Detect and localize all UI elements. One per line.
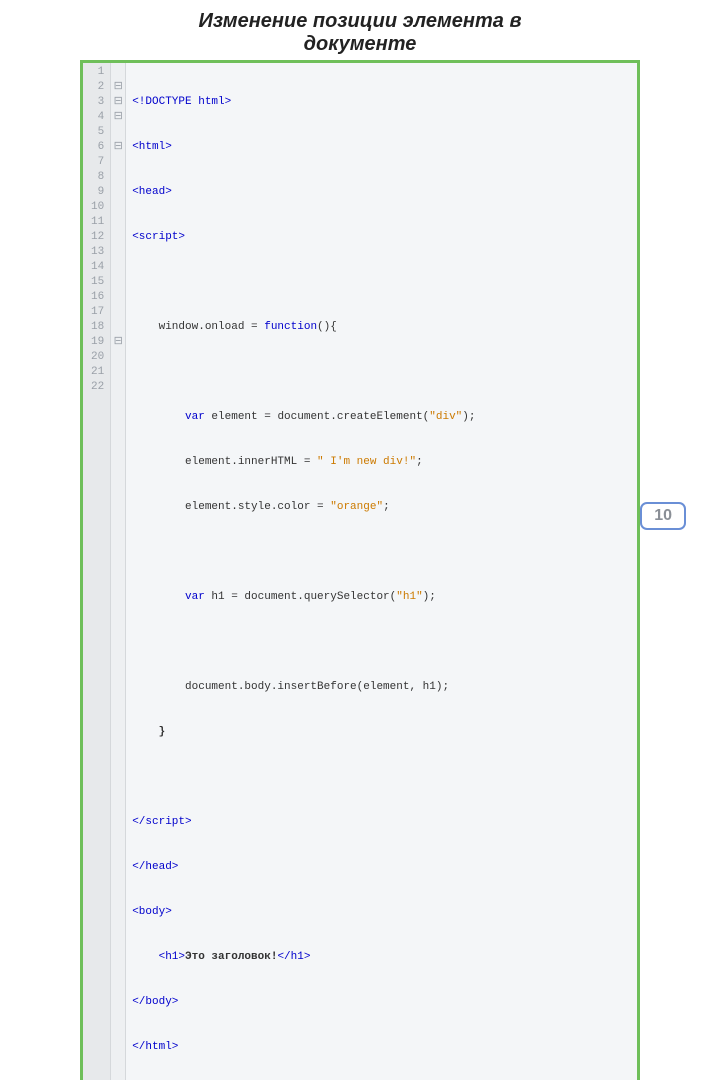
line-number: 13 [91,245,104,260]
line-number: 11 [91,215,104,230]
fold-marker: ⊟ [111,335,125,350]
line-number: 12 [91,230,104,245]
line-number: 14 [91,260,104,275]
line-number: 18 [91,320,104,335]
fold-marker: ⊟ [111,110,125,125]
fold-marker [111,215,125,230]
page-number: 10 [654,507,672,524]
line-number: 9 [91,185,104,200]
fold-marker [111,170,125,185]
line-number: 10 [91,200,104,215]
fold-marker: ⊟ [111,95,125,110]
code-line [132,770,631,785]
line-number: 20 [91,350,104,365]
title-line-1: Изменение позиции элемента в [198,10,521,32]
fold-marker [111,245,125,260]
fold-marker [111,350,125,365]
fold-marker [111,320,125,335]
fold-marker [111,275,125,290]
fold-marker [111,230,125,245]
fold-gutter: ⊟ ⊟ ⊟ ⊟ ⊟ [111,63,126,1080]
fold-marker [111,365,125,380]
code-line: </html> [132,1040,631,1055]
line-number: 6 [91,140,104,155]
title-line-2: документе [304,33,417,55]
code-line: document.body.insertBefore(element, h1); [132,680,631,695]
code-line: var element = document.createElement("di… [132,410,631,425]
line-number: 22 [91,380,104,395]
code-line: window.onload = function(){ [132,320,631,335]
code-line: </body> [132,995,631,1010]
code-line: </script> [132,815,631,830]
fold-marker [111,125,125,140]
fold-marker [111,260,125,275]
line-number: 1 [91,65,104,80]
fold-marker [111,380,125,395]
code-line: element.innerHTML = " I'm new div!"; [132,455,631,470]
line-number: 3 [91,95,104,110]
fold-marker [111,185,125,200]
code-line: </head> [132,860,631,875]
line-number: 17 [91,305,104,320]
code-line: <body> [132,905,631,920]
code-editor-frame: 1 2 3 4 5 6 7 8 9 10 11 12 13 14 15 16 1… [80,60,640,1080]
fold-marker [111,65,125,80]
code-line: <head> [132,185,631,200]
line-number: 2 [91,80,104,95]
line-number: 19 [91,335,104,350]
code-content: <!DOCTYPE html> <html> <head> <script> w… [126,63,637,1080]
code-line: <html> [132,140,631,155]
fold-marker [111,200,125,215]
code-line: <script> [132,230,631,245]
line-gutter: 1 2 3 4 5 6 7 8 9 10 11 12 13 14 15 16 1… [83,63,111,1080]
line-number: 7 [91,155,104,170]
code-line: var h1 = document.querySelector("h1"); [132,590,631,605]
line-number: 4 [91,110,104,125]
line-number: 5 [91,125,104,140]
page-number-badge: 10 [640,502,686,530]
code-editor: 1 2 3 4 5 6 7 8 9 10 11 12 13 14 15 16 1… [83,63,637,1080]
code-line: element.style.color = "orange"; [132,500,631,515]
code-line [132,635,631,650]
line-number: 15 [91,275,104,290]
line-number: 21 [91,365,104,380]
code-line [132,275,631,290]
code-line: } [132,725,631,740]
code-line [132,365,631,380]
fold-marker [111,155,125,170]
fold-marker: ⊟ [111,140,125,155]
page-title: Изменение позиции элемента в документе [40,10,680,56]
line-number: 16 [91,290,104,305]
line-number: 8 [91,170,104,185]
fold-marker [111,305,125,320]
fold-marker [111,290,125,305]
code-line [132,545,631,560]
code-line: <!DOCTYPE html> [132,95,631,110]
code-line: <h1>Это заголовок!</h1> [132,950,631,965]
fold-marker: ⊟ [111,80,125,95]
